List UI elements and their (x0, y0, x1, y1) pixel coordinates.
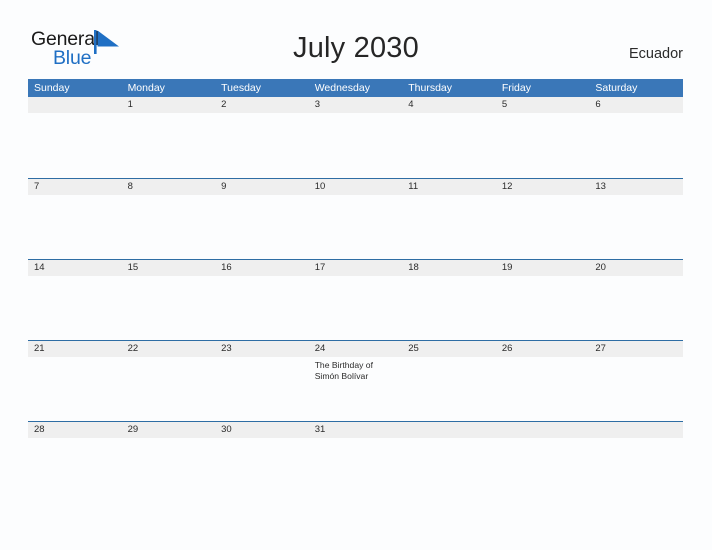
day-number[interactable]: 24 (309, 341, 403, 357)
week-row: 21 22 23 24 25 26 27 The Birthday of Sim… (28, 340, 683, 421)
day-event-band (28, 113, 683, 177)
day-event[interactable] (589, 195, 683, 259)
day-event[interactable] (215, 357, 309, 421)
day-event[interactable] (589, 438, 683, 502)
day-number[interactable]: 12 (496, 179, 590, 195)
day-number[interactable]: 17 (309, 260, 403, 276)
calendar-page: General Blue July 2030 Ecuador Sunday Mo… (0, 0, 712, 550)
day-event-holiday[interactable]: The Birthday of Simón Bolívar (309, 357, 403, 421)
weekday-header-tuesday: Tuesday (221, 82, 262, 94)
day-number-band: 28 29 30 31 (28, 422, 683, 438)
day-event[interactable] (402, 113, 496, 177)
day-number[interactable]: 15 (122, 260, 216, 276)
day-number[interactable] (28, 97, 122, 113)
day-event[interactable] (496, 276, 590, 340)
day-event[interactable] (309, 195, 403, 259)
weekday-header-wednesday: Wednesday (314, 82, 370, 94)
weekday-header-thursday: Thursday (408, 82, 453, 94)
day-event-band: The Birthday of Simón Bolívar (28, 357, 683, 421)
day-event[interactable] (122, 357, 216, 421)
day-number[interactable]: 28 (28, 422, 122, 438)
day-event[interactable] (122, 113, 216, 177)
day-number-band: 14 15 16 17 18 19 20 (28, 260, 683, 276)
day-event[interactable] (28, 195, 122, 259)
day-number[interactable]: 4 (402, 97, 496, 113)
day-event[interactable] (215, 276, 309, 340)
day-event-band (28, 276, 683, 340)
day-number[interactable]: 30 (215, 422, 309, 438)
day-number[interactable]: 21 (28, 341, 122, 357)
day-number[interactable]: 14 (28, 260, 122, 276)
calendar-grid: Sunday Monday Tuesday Wednesday Thursday… (28, 79, 683, 502)
day-event[interactable] (309, 438, 403, 502)
page-header: General Blue July 2030 Ecuador (0, 0, 712, 79)
day-number-band: 21 22 23 24 25 26 27 (28, 341, 683, 357)
day-event[interactable] (309, 113, 403, 177)
day-number[interactable]: 19 (496, 260, 590, 276)
day-number[interactable]: 20 (589, 260, 683, 276)
page-title: July 2030 (293, 32, 419, 64)
day-event[interactable] (589, 113, 683, 177)
week-row: 1 2 3 4 5 6 (28, 97, 683, 178)
day-event[interactable] (122, 438, 216, 502)
day-number[interactable]: 10 (309, 179, 403, 195)
day-number[interactable] (589, 422, 683, 438)
week-row: 7 8 9 10 11 12 13 (28, 178, 683, 259)
day-number[interactable]: 1 (122, 97, 216, 113)
day-event[interactable] (215, 438, 309, 502)
week-row: 28 29 30 31 (28, 421, 683, 502)
day-event[interactable] (28, 113, 122, 177)
day-number[interactable]: 23 (215, 341, 309, 357)
day-event[interactable] (496, 195, 590, 259)
weekday-header-row: Sunday Monday Tuesday Wednesday Thursday… (28, 79, 683, 97)
day-number[interactable]: 7 (28, 179, 122, 195)
day-number[interactable]: 8 (122, 179, 216, 195)
day-number[interactable] (496, 422, 590, 438)
day-number[interactable]: 16 (215, 260, 309, 276)
day-number-band: 7 8 9 10 11 12 13 (28, 179, 683, 195)
day-number[interactable] (402, 422, 496, 438)
day-number[interactable]: 5 (496, 97, 590, 113)
day-number-band: 1 2 3 4 5 6 (28, 97, 683, 113)
day-event[interactable] (28, 276, 122, 340)
week-row: 14 15 16 17 18 19 20 (28, 259, 683, 340)
day-event[interactable] (496, 438, 590, 502)
day-event[interactable] (215, 113, 309, 177)
day-event[interactable] (589, 357, 683, 421)
day-number[interactable]: 2 (215, 97, 309, 113)
day-number[interactable]: 26 (496, 341, 590, 357)
day-number[interactable]: 22 (122, 341, 216, 357)
weekday-header-friday: Friday (501, 82, 531, 94)
day-event-band (28, 438, 683, 502)
country-label: Ecuador (628, 46, 683, 62)
day-event[interactable] (402, 195, 496, 259)
weekday-header-sunday: Sunday (34, 82, 70, 94)
day-number[interactable]: 11 (402, 179, 496, 195)
day-event[interactable] (402, 357, 496, 421)
day-event[interactable] (122, 195, 216, 259)
day-number[interactable]: 31 (309, 422, 403, 438)
day-number[interactable]: 18 (402, 260, 496, 276)
day-number[interactable]: 25 (402, 341, 496, 357)
day-event[interactable] (215, 195, 309, 259)
day-number[interactable]: 9 (215, 179, 309, 195)
weekday-header-monday: Monday (127, 82, 165, 94)
day-event[interactable] (28, 357, 122, 421)
day-number[interactable]: 29 (122, 422, 216, 438)
weekday-header-saturday: Saturday (595, 82, 638, 94)
day-event[interactable] (496, 113, 590, 177)
day-event[interactable] (589, 276, 683, 340)
day-number[interactable]: 13 (589, 179, 683, 195)
day-event[interactable] (402, 276, 496, 340)
day-event[interactable] (496, 357, 590, 421)
day-number[interactable]: 3 (309, 97, 403, 113)
day-number[interactable]: 6 (589, 97, 683, 113)
day-event[interactable] (28, 438, 122, 502)
day-number[interactable]: 27 (589, 341, 683, 357)
day-event[interactable] (309, 276, 403, 340)
day-event[interactable] (122, 276, 216, 340)
day-event[interactable] (402, 438, 496, 502)
day-event-band (28, 195, 683, 259)
